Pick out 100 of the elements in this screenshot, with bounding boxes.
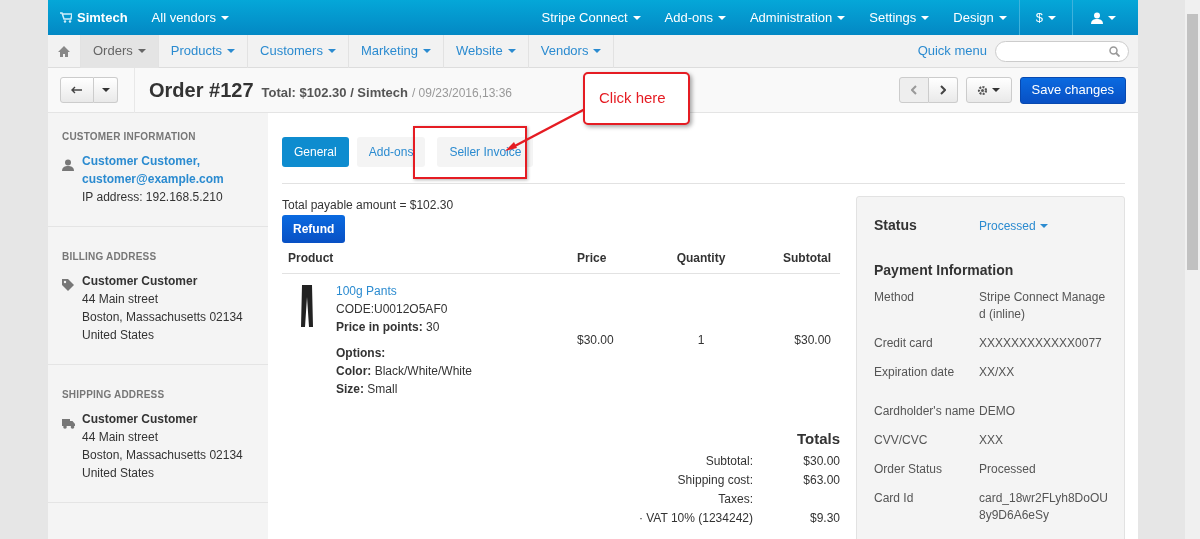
totals-label: Subtotal: — [705, 452, 753, 470]
search-field[interactable] — [995, 40, 1129, 62]
status-dropdown[interactable]: Processed — [979, 216, 1048, 235]
order-date: / 09/23/2016,13:36 — [411, 84, 513, 102]
top-menu-item[interactable]: Stripe Connect — [529, 0, 653, 35]
nav-tab[interactable]: Orders — [81, 34, 159, 68]
table-cell-text: 1 — [696, 332, 706, 349]
customer-link[interactable]: Customer Customer, — [82, 152, 224, 170]
caret-icon — [327, 49, 336, 53]
truck-icon — [62, 416, 75, 429]
user-icon — [1091, 11, 1103, 24]
caret-icon — [507, 49, 516, 53]
tab[interactable]: Seller Invoice — [437, 137, 534, 167]
address-line: IP address: 192.168.5.210 — [82, 189, 224, 206]
order-title: Order #127 — [149, 78, 254, 103]
totals-value: $9.30 — [808, 509, 840, 527]
field-label: CVV/CVC — [874, 432, 929, 449]
caret-icon — [998, 15, 1007, 20]
caret-icon — [1048, 15, 1056, 20]
caret-icon — [101, 88, 110, 92]
caret-icon — [992, 88, 1001, 92]
customer-name: Customer Customer — [82, 411, 199, 428]
caret-icon — [921, 15, 930, 20]
scrollbar-thumb[interactable] — [1187, 14, 1198, 270]
column-header: Product — [287, 250, 335, 267]
field-value: XXXXXXXXXXXX0077 — [979, 335, 1102, 352]
nav-tab[interactable]: Website — [444, 34, 529, 68]
top-menu-item[interactable]: Design — [941, 0, 1019, 35]
back-button[interactable] — [60, 77, 94, 103]
save-changes-button[interactable]: Save changes — [1019, 76, 1126, 104]
refund-button[interactable]: Refund — [282, 215, 346, 243]
field-label: Expiration date — [874, 364, 956, 381]
section-heading: BILLING ADDRESS — [62, 250, 158, 264]
home-icon — [58, 45, 70, 57]
search-icon — [1109, 45, 1120, 57]
status-label: Status — [874, 216, 918, 235]
field-value: XXX — [979, 432, 1003, 449]
totals-heading: Totals — [795, 429, 840, 449]
field-label: Order Status — [874, 461, 944, 478]
column-header: Quantity — [675, 250, 727, 267]
field-value: DEMO — [979, 403, 1015, 420]
product-thumbnail — [300, 284, 314, 328]
field-value: Stripe Connect Managed (inline) — [979, 289, 1107, 323]
product-name-link[interactable]: 100g Pants — [336, 282, 473, 300]
back-arrow-icon — [71, 86, 83, 94]
vendor-menu[interactable]: All vendors — [139, 0, 241, 35]
table-cell-text: $30.00 — [793, 332, 831, 349]
address-line: 44 Main street — [82, 429, 160, 446]
top-menu-item[interactable]: Administration — [737, 0, 858, 35]
brand-link[interactable]: Simtech — [48, 0, 140, 35]
settings-button[interactable] — [965, 77, 1012, 103]
caret-icon — [137, 49, 146, 53]
tab[interactable]: Add-ons — [356, 137, 426, 167]
column-header: Price — [577, 250, 608, 267]
cart-icon — [60, 12, 72, 23]
caret-icon — [220, 15, 229, 20]
caret-icon — [837, 15, 846, 20]
totals-value: $30.00 — [802, 452, 840, 470]
address-line: 44 Main street — [82, 291, 160, 308]
customer-name: Customer Customer — [82, 273, 199, 290]
address-line: United States — [82, 327, 156, 344]
total-payable-text: Total payable amount = $102.30 — [282, 197, 455, 214]
product-option: Color: Black/White/White — [336, 362, 473, 380]
scrollbar[interactable] — [1185, 0, 1200, 539]
address-line: Boston, Massachusetts 02134 — [82, 447, 243, 464]
payment-heading: Payment Information — [874, 261, 1015, 280]
tab[interactable]: General — [282, 137, 349, 167]
price-in-points: Price in points: 30 — [336, 319, 441, 336]
top-menu-item[interactable]: Settings — [857, 0, 942, 35]
caret-icon — [423, 49, 431, 53]
product-option: Size: Small — [336, 380, 473, 398]
section-heading: SHIPPING ADDRESS — [62, 388, 166, 402]
field-label: Method — [874, 289, 916, 306]
caret-icon — [632, 15, 641, 20]
nav-tab[interactable]: Customers — [248, 34, 349, 68]
field-value: card_18wr2FLyh8DoOU8y9D6A6eSy — [979, 490, 1108, 524]
table-cell-text: $30.00 — [577, 332, 615, 349]
nav-tab[interactable]: Products — [158, 34, 249, 68]
address-line: United States — [82, 465, 156, 482]
options-heading: Options: — [336, 345, 387, 362]
totals-value: $63.00 — [802, 471, 840, 489]
nav-tab[interactable]: Vendors — [528, 34, 615, 68]
dropdown-button[interactable] — [94, 77, 118, 103]
nav-tab[interactable]: Marketing — [348, 34, 444, 68]
order-summary: Total: $102.30 / Simtech — [261, 83, 408, 102]
callout-text: Click here — [583, 72, 690, 125]
caret-icon — [593, 49, 602, 53]
chevron-right-icon — [939, 85, 946, 95]
top-menu-item[interactable]: Add-ons — [652, 0, 738, 35]
person-icon — [62, 158, 75, 171]
field-label: Card Id — [874, 490, 915, 507]
product-code: CODE:U0012O5AF0 — [336, 301, 449, 318]
customer-link[interactable]: customer@example.com — [82, 170, 224, 188]
totals-label: · VAT 10% (1234242) — [638, 509, 753, 527]
quick-menu-link[interactable]: Quick menu — [917, 41, 987, 61]
column-header: Subtotal — [782, 250, 831, 267]
caret-icon — [717, 15, 726, 20]
next-button[interactable] — [928, 77, 958, 103]
totals-label: Shipping cost: — [677, 471, 753, 489]
address-line: Boston, Massachusetts 02134 — [82, 309, 243, 326]
